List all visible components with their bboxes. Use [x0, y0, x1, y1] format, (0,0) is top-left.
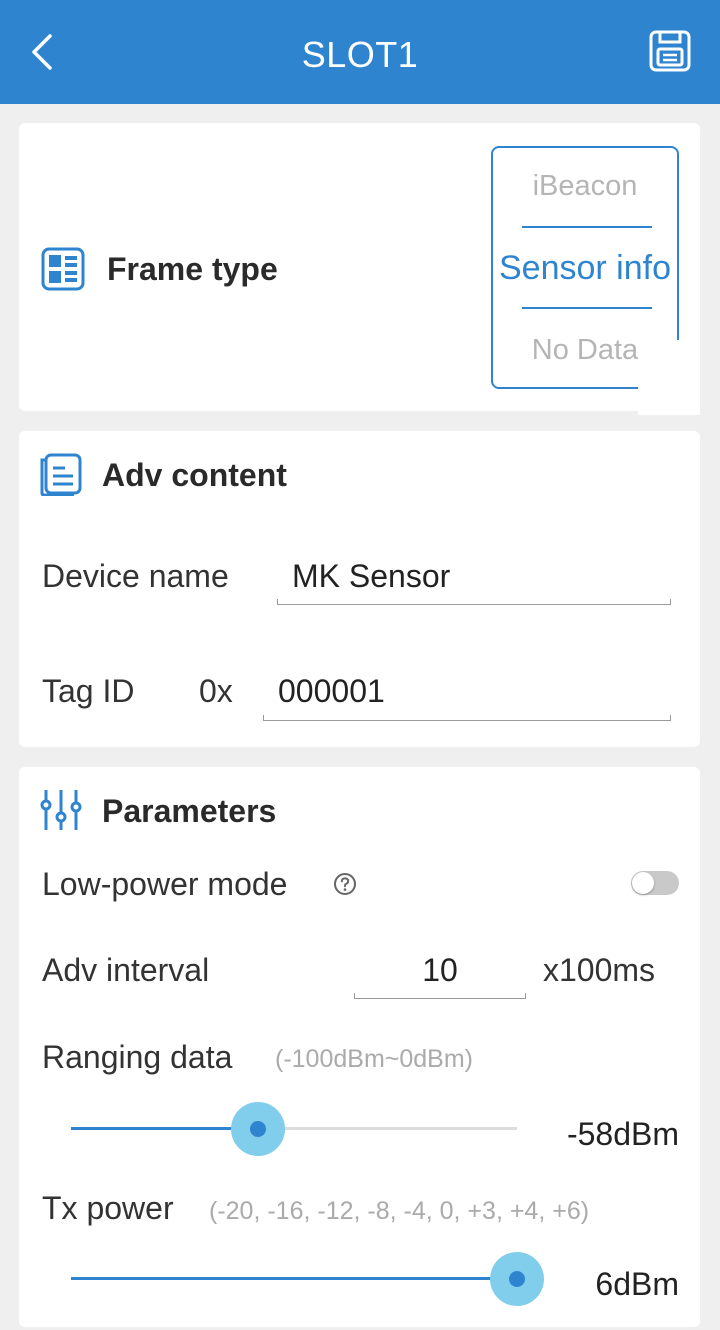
device-name-underline — [277, 599, 671, 605]
frame-type-card: Frame type iBeacon Sensor info No Data — [19, 123, 700, 415]
toggle-knob — [632, 872, 654, 894]
page-title: SLOT1 — [301, 34, 419, 75]
tag-id-underline — [263, 715, 671, 721]
device-name-input[interactable]: MK Sensor — [292, 558, 450, 595]
top-bar: SLOT1 — [0, 0, 720, 104]
adv-interval-input[interactable]: 10 — [354, 952, 526, 989]
adv-content-title: Adv content — [102, 457, 287, 493]
frame-type-title: Frame type — [107, 251, 278, 287]
tag-id-input[interactable]: 000001 — [278, 673, 385, 710]
picker-divider — [522, 226, 652, 228]
tx-power-hint: (-20, -16, -12, -8, -4, 0, +3, +4, +6) — [209, 1197, 590, 1225]
adv-content-card: Adv content Device name MK Sensor Tag ID… — [19, 431, 700, 747]
adv-interval-unit: x100ms — [543, 952, 656, 988]
ranging-label: Ranging data — [42, 1039, 233, 1075]
tag-id-prefix: 0x — [199, 673, 233, 709]
tx-power-label: Tx power — [42, 1190, 174, 1226]
tx-power-slider[interactable] — [71, 1248, 544, 1308]
parameters-card: Parameters Low-power mode Adv interval 1… — [19, 767, 700, 1327]
grid-layout-icon — [41, 247, 85, 291]
picker-option-sensor-info[interactable]: Sensor info — [493, 249, 677, 288]
picker-divider — [522, 307, 652, 309]
help-icon[interactable] — [333, 872, 357, 896]
document-icon — [40, 453, 82, 496]
picker-edge-mask — [638, 340, 700, 415]
adv-interval-underline — [354, 993, 526, 999]
save-icon[interactable] — [648, 29, 692, 73]
low-power-toggle[interactable] — [631, 871, 679, 895]
tx-power-value: 6dBm — [595, 1266, 679, 1302]
device-name-label: Device name — [42, 558, 229, 594]
parameters-title: Parameters — [102, 793, 277, 829]
slider-fill — [71, 1277, 517, 1280]
sliders-icon — [40, 790, 82, 830]
ranging-value: -58dBm — [566, 1116, 679, 1152]
tag-id-label: Tag ID — [42, 673, 135, 709]
picker-option-ibeacon[interactable]: iBeacon — [493, 170, 677, 203]
slider-fill — [71, 1127, 259, 1130]
ranging-slider[interactable] — [71, 1098, 517, 1158]
low-power-label: Low-power mode — [42, 866, 288, 902]
ranging-hint: (-100dBm~0dBm) — [275, 1045, 473, 1073]
adv-interval-label: Adv interval — [42, 952, 210, 988]
